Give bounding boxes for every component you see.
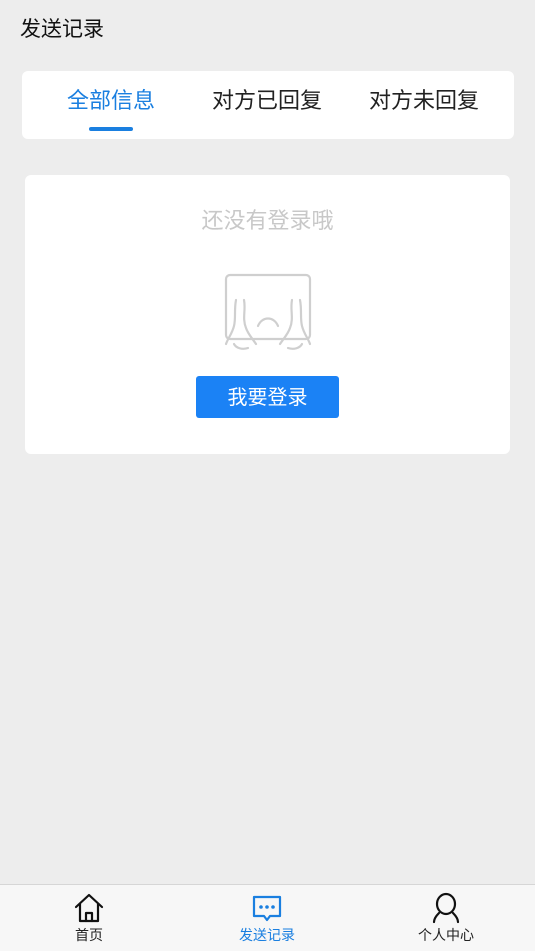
tabbar-item-profile[interactable]: 个人中心 <box>386 885 506 951</box>
empty-state-message: 还没有登录哦 <box>201 209 334 234</box>
filter-tabs: 全部信息 对方已回复 对方未回复 <box>22 71 514 139</box>
tab-replied[interactable]: 对方已回复 <box>196 71 338 139</box>
tab-label: 对方已回复 <box>211 89 322 114</box>
tabbar-label: 个人中心 <box>418 928 474 944</box>
bottom-tab-bar: 首页 发送记录 个人中心 <box>0 884 535 951</box>
page: 发送记录 全部信息 对方已回复 对方未回复 还没有登录哦 我要登录 首页 发送记… <box>0 0 535 951</box>
user-icon <box>432 892 460 924</box>
tab-label: 对方未回复 <box>368 89 479 114</box>
tabbar-label: 首页 <box>75 928 103 944</box>
tab-all-messages[interactable]: 全部信息 <box>41 71 181 139</box>
home-icon <box>74 893 104 923</box>
tab-label: 全部信息 <box>66 89 155 114</box>
tab-not-replied[interactable]: 对方未回复 <box>353 71 495 139</box>
active-tab-indicator <box>89 127 133 131</box>
tabbar-label: 发送记录 <box>239 928 295 944</box>
tabbar-item-home[interactable]: 首页 <box>29 885 149 951</box>
empty-state-card: 还没有登录哦 我要登录 <box>25 175 510 454</box>
login-button[interactable]: 我要登录 <box>196 376 339 418</box>
message-icon <box>252 895 282 922</box>
tabbar-item-send-records[interactable]: 发送记录 <box>207 885 327 951</box>
crying-face-illustration <box>224 273 312 350</box>
page-title: 发送记录 <box>20 17 104 41</box>
